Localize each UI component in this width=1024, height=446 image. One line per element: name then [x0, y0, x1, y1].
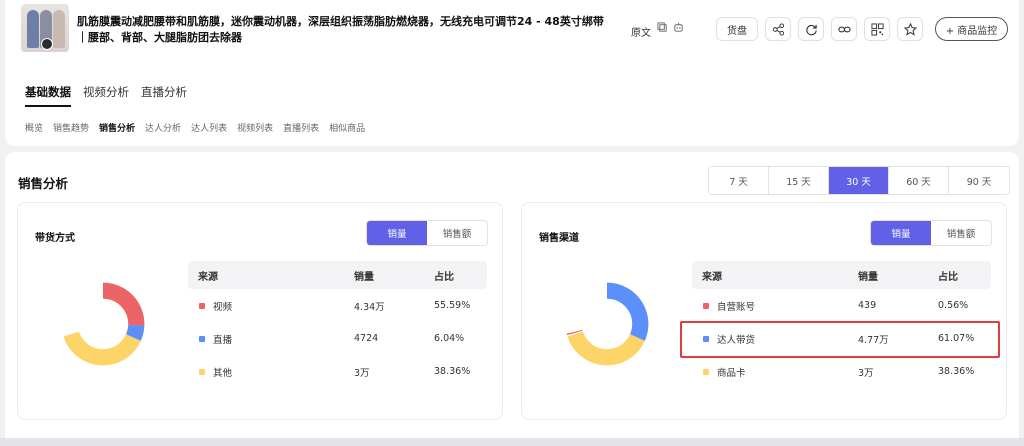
link-button[interactable] — [831, 17, 857, 41]
subtab-similar-products[interactable]: 相似商品 — [329, 121, 365, 134]
favorite-button[interactable] — [897, 17, 923, 41]
date-range-selector: 7 天 15 天 30 天 60 天 90 天 — [708, 166, 1010, 195]
highlight-box — [680, 321, 1000, 358]
row-share: 0.56% — [938, 300, 969, 311]
header-source: 来源 — [702, 271, 722, 283]
range-30-days[interactable]: 30 天 — [829, 167, 889, 194]
copy-icon[interactable] — [656, 22, 668, 34]
table-row: 视频 4.34万 55.59% — [188, 289, 487, 322]
legend-swatch — [703, 368, 709, 375]
metric-toggle: 销量 销售额 — [870, 220, 992, 246]
range-90-days[interactable]: 90 天 — [949, 167, 1009, 194]
subtab-sales-trend[interactable]: 销售趋势 — [53, 121, 89, 134]
thumbnail-figure — [27, 10, 39, 48]
range-15-days[interactable]: 15 天 — [769, 167, 829, 194]
donut-chart — [565, 282, 649, 366]
table-row: 商品卡 3万 38.36% — [692, 355, 991, 388]
row-share: 55.59% — [434, 300, 471, 311]
delivery-method-card: 带货方式 销量 销售额 来源 销量 占比 视频 4.34万 55.59% 直播 … — [17, 202, 503, 420]
table-row: 直播 4724 6.04% — [188, 322, 487, 355]
row-sales: 439 — [858, 300, 877, 311]
share-icon — [772, 22, 784, 36]
row-source: 其他 — [213, 367, 233, 379]
tab-live-analysis[interactable]: 直播分析 — [141, 84, 187, 107]
row-share: 38.36% — [938, 366, 975, 377]
product-thumbnail[interactable] — [21, 4, 69, 52]
range-7-days[interactable]: 7 天 — [709, 167, 769, 194]
row-sales: 3万 — [858, 367, 874, 379]
range-60-days[interactable]: 60 天 — [889, 167, 949, 194]
legend-swatch — [703, 302, 709, 309]
section-title: 销售分析 — [18, 176, 69, 191]
star-icon — [903, 22, 917, 36]
metric-toggle: 销量 销售额 — [366, 220, 488, 246]
card-title: 销售渠道 — [539, 233, 579, 244]
header-share: 占比 — [938, 271, 958, 283]
tab-basic-data[interactable]: 基础数据 — [25, 84, 71, 107]
qr-code-icon — [870, 22, 884, 36]
main-tabs: 基础数据 视频分析 直播分析 — [25, 84, 187, 107]
header-source: 来源 — [198, 271, 218, 283]
source-table: 来源 销量 占比 自营账号 439 0.56% 达人带货 4.77万 61.07… — [680, 261, 1000, 388]
row-source: 视频 — [213, 301, 233, 313]
thumbnail-figure — [53, 10, 65, 48]
sales-analysis-panel: 销售分析 7 天 15 天 30 天 60 天 90 天 带货方式 销量 销售额… — [5, 152, 1019, 446]
subtab-influencer-analysis[interactable]: 达人分析 — [145, 121, 181, 134]
header-share: 占比 — [434, 271, 454, 283]
toggle-sales-amount[interactable]: 销售额 — [427, 221, 487, 245]
legend-swatch — [199, 368, 205, 375]
original-text-link[interactable]: 原文 — [631, 24, 651, 39]
row-share: 6.04% — [434, 333, 465, 344]
table-row: 其他 3万 38.36% — [188, 355, 487, 388]
donut-chart — [61, 282, 145, 366]
card-title: 带货方式 — [35, 233, 75, 244]
refresh-button[interactable] — [798, 17, 824, 41]
tab-video-analysis[interactable]: 视频分析 — [83, 84, 129, 107]
subtab-sales-analysis[interactable]: 销售分析 — [99, 121, 135, 134]
monitor-product-button[interactable]: + 商品监控 — [935, 17, 1008, 41]
thumbnail-badge — [41, 38, 53, 50]
subtab-video-list[interactable]: 视频列表 — [237, 121, 273, 134]
row-sales: 4.34万 — [354, 301, 385, 313]
share-button[interactable] — [765, 17, 791, 41]
header-sales: 销量 — [354, 271, 374, 283]
table-row-highlighted: 达人带货 4.77万 61.07% — [680, 321, 1000, 358]
row-sales: 4724 — [354, 333, 379, 344]
qr-code-button[interactable] — [864, 17, 890, 41]
table-header: 来源 销量 占比 — [188, 261, 487, 289]
row-source: 自营账号 — [717, 301, 756, 313]
sub-tabs: 概览 销售趋势 销售分析 达人分析 达人列表 视频列表 直播列表 相似商品 — [25, 121, 365, 134]
sales-channel-card: 销售渠道 销量 销售额 来源 销量 占比 自营账号 439 0.56% 达人带货… — [521, 202, 1007, 420]
subtab-influencer-list[interactable]: 达人列表 — [191, 121, 227, 134]
inventory-button[interactable]: 货盘 — [716, 17, 758, 41]
row-source: 直播 — [213, 334, 233, 346]
row-share: 38.36% — [434, 366, 471, 377]
robot-icon[interactable] — [672, 22, 684, 34]
subtab-overview[interactable]: 概览 — [25, 121, 43, 134]
toggle-sales-volume[interactable]: 销量 — [871, 221, 931, 245]
legend-swatch — [199, 302, 205, 309]
toggle-sales-volume[interactable]: 销量 — [367, 221, 427, 245]
header-sales: 销量 — [858, 271, 878, 283]
table-row: 自营账号 439 0.56% — [692, 289, 991, 322]
table-header: 来源 销量 占比 — [692, 261, 991, 289]
row-source: 商品卡 — [717, 367, 746, 379]
refresh-icon — [805, 24, 817, 35]
product-title: 肌筋膜震动减肥腰带和肌筋膜，迷你震动机器，深层组织振荡脂肪燃烧器，无线充电可调节… — [77, 15, 604, 44]
legend-swatch — [199, 335, 205, 342]
link-icon — [837, 26, 851, 32]
toggle-sales-amount[interactable]: 销售额 — [931, 221, 991, 245]
page-footer-strip — [0, 438, 1024, 446]
row-sales: 3万 — [354, 367, 370, 379]
product-header: 肌筋膜震动减肥腰带和肌筋膜，迷你震动机器，深层组织振荡脂肪燃烧器，无线充电可调节… — [5, 0, 1019, 146]
subtab-live-list[interactable]: 直播列表 — [283, 121, 319, 134]
source-table: 来源 销量 占比 视频 4.34万 55.59% 直播 4724 6.04% 其… — [188, 261, 487, 388]
